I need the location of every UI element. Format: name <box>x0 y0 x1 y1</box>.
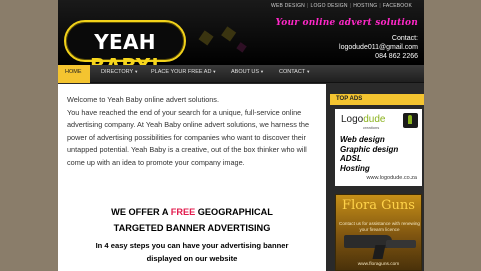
service-item: Graphic design <box>340 144 399 154</box>
main-content: Welcome to Yeah Baby online advert solut… <box>58 84 326 271</box>
nav-home[interactable]: HOME <box>58 65 90 83</box>
service-item: Web design <box>340 135 385 144</box>
site-logo[interactable]: YEAH BABY! <box>64 20 186 78</box>
ad-logodude[interactable]: Logodude creations Web design Graphic de… <box>335 109 422 186</box>
steps-line1: In 4 easy steps you can have your advert… <box>95 241 289 250</box>
logodude-icon <box>403 113 418 128</box>
top-link-web-design[interactable]: WEB DESIGN <box>271 3 305 9</box>
nav-about-us[interactable]: ABOUT US▼ <box>231 65 264 83</box>
logodude-url: www.logodude.co.za <box>366 175 417 181</box>
intro-text: Welcome to Yeah Baby online advert solut… <box>67 95 310 167</box>
contact-info: Contact: logodude011@gmail.com 084 862 2… <box>339 34 418 61</box>
nav-about-us-label: ABOUT US <box>231 69 260 75</box>
logodude-subtitle: creations <box>363 125 380 130</box>
nav-place-free-ad-label: PLACE YOUR FREE AD <box>151 69 212 75</box>
logo-text-yeah: YEAH <box>94 30 156 54</box>
flora-guns-text: Contact us for assistance with renewing … <box>339 221 420 232</box>
flora-guns-title: Flora Guns <box>342 198 415 213</box>
top-links: WEB DESIGN | LOGO DESIGN | HOSTING | FACEBOOK <box>271 3 412 9</box>
nav-home-label: HOME <box>65 69 82 75</box>
chevron-down-icon: ▼ <box>260 69 264 74</box>
tagline: Your online advert solution <box>275 18 418 28</box>
pistol-icon <box>344 235 392 248</box>
chevron-down-icon: ▼ <box>212 69 217 74</box>
nav-directory[interactable]: DIRECTORY▼ <box>101 65 138 83</box>
logodude-logo: Logodude <box>341 114 386 125</box>
top-link-hosting[interactable]: HOSTING <box>353 3 377 9</box>
nav-directory-label: DIRECTORY <box>101 69 134 75</box>
offer-line1-post: GEOGRAPHICAL <box>195 207 273 217</box>
contact-label: Contact: <box>391 35 418 42</box>
contact-phone: 084 862 2266 <box>375 53 418 60</box>
logodude-brand-2: dude <box>363 114 386 125</box>
logodude-services: Web design Graphic design ADSL Hosting <box>340 135 398 173</box>
steps-text: In 4 easy steps you can have your advert… <box>58 239 326 265</box>
page: WEB DESIGN | LOGO DESIGN | HOSTING | FACEBOOK … <box>58 0 424 271</box>
sidebar: TOP ADS Logodude creations Web design Gr… <box>330 84 424 271</box>
header: WEB DESIGN | LOGO DESIGN | HOSTING | FACEBOOK … <box>58 0 424 78</box>
offer-heading: WE OFFER A FREE GEOGRAPHICAL TARGETED BA… <box>58 204 326 236</box>
service-item: Hosting <box>340 163 370 173</box>
revolver-icon <box>386 240 416 248</box>
chevron-down-icon: ▼ <box>134 69 139 74</box>
ad-flora-guns[interactable]: Flora Guns Contact us for assistance wit… <box>335 194 422 271</box>
nav-place-free-ad[interactable]: PLACE YOUR FREE AD▼ <box>151 65 216 83</box>
service-item: ADSL <box>340 154 362 163</box>
chevron-down-icon: ▼ <box>306 69 311 74</box>
background-decoration: ◆ ◆ <box>196 20 240 50</box>
nav-contact[interactable]: CONTACT▼ <box>279 65 310 83</box>
offer-free: FREE <box>170 207 196 217</box>
top-link-logo-design[interactable]: LOGO DESIGN <box>310 3 347 9</box>
contact-email[interactable]: logodude011@gmail.com <box>339 43 418 52</box>
steps-line2: displayed on our website <box>146 254 238 263</box>
offer-line2: TARGETED BANNER ADVERTISING <box>113 223 271 233</box>
flora-guns-url: www.floraguns.com <box>357 262 400 267</box>
offer-line1-pre: WE OFFER A <box>111 207 171 217</box>
top-ads-heading: TOP ADS <box>330 94 424 105</box>
background-decoration-2: ◆ <box>234 37 249 55</box>
main-nav: HOME DIRECTORY▼ PLACE YOUR FREE AD▼ ABOU… <box>58 65 424 83</box>
top-link-facebook[interactable]: FACEBOOK <box>383 3 412 9</box>
nav-contact-label: CONTACT <box>279 69 306 75</box>
logodude-brand-1: Logo <box>341 114 364 125</box>
